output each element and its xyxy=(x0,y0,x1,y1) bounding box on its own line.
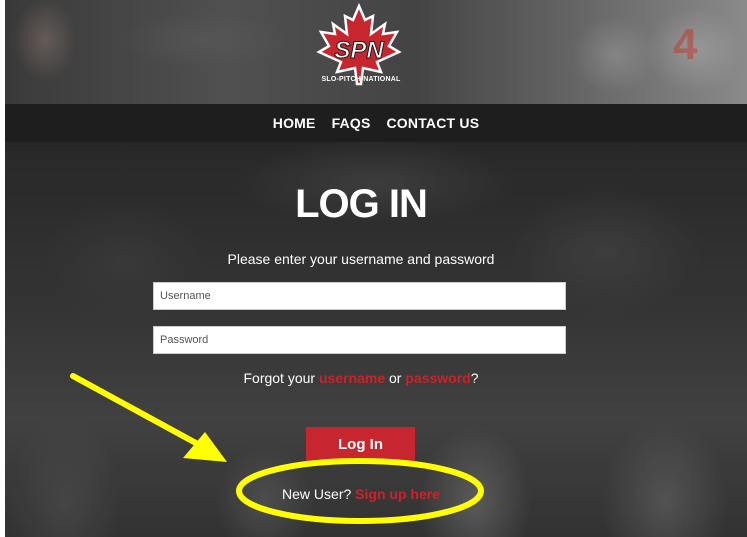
login-section: LOG IN Please enter your username and pa… xyxy=(5,142,747,537)
forgot-password-link[interactable]: password xyxy=(405,370,470,386)
forgot-prefix: Forgot your xyxy=(243,370,319,386)
forgot-suffix: ? xyxy=(470,370,479,386)
forgot-or: or xyxy=(385,370,406,386)
login-instructions: Please enter your username and password xyxy=(227,251,495,267)
nav-contact-us[interactable]: CONTACT US xyxy=(387,115,480,131)
nav-home[interactable]: HOME xyxy=(273,115,316,131)
main-nav: HOME FAQS CONTACT US xyxy=(5,104,747,142)
forgot-username-link[interactable]: username xyxy=(319,370,385,386)
new-user-prefix: New User? xyxy=(282,486,356,502)
new-user-prompt: New User? Sign up here xyxy=(5,486,717,502)
page-frame: 4 SPN SLO-PITCH NATIONAL HOME FAQS CONTA… xyxy=(5,0,747,537)
forgot-credentials: Forgot your username or password? xyxy=(5,370,717,386)
login-button[interactable]: Log In xyxy=(306,427,415,461)
logo-mark-text: SPN xyxy=(334,37,384,64)
nav-faqs[interactable]: FAQS xyxy=(332,115,371,131)
jersey-number-graphic: 4 xyxy=(673,20,698,69)
logo-caption: SLO-PITCH NATIONAL xyxy=(321,76,401,83)
signup-link[interactable]: Sign up here xyxy=(355,486,440,502)
page-title: LOG IN xyxy=(295,182,428,226)
username-input[interactable] xyxy=(153,282,566,310)
password-input[interactable] xyxy=(153,326,566,354)
